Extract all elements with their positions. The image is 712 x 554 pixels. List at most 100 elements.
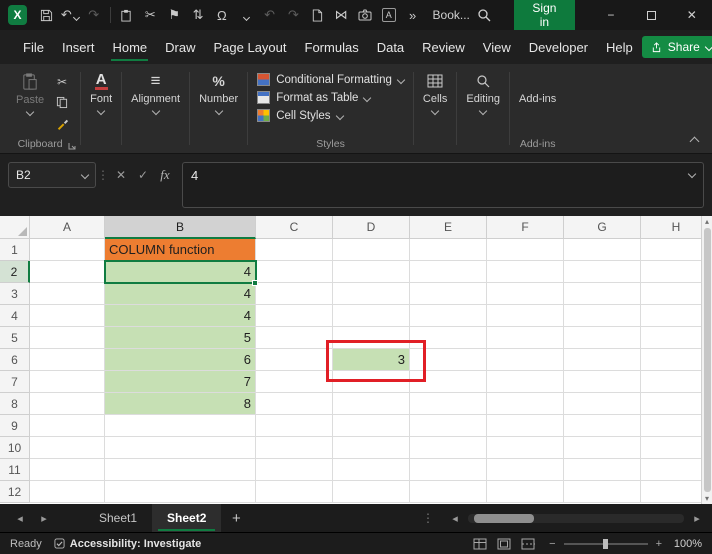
- cell-B2[interactable]: 4: [105, 261, 256, 283]
- accessibility-status[interactable]: Accessibility: Investigate: [54, 538, 201, 550]
- cell-E11[interactable]: [410, 459, 487, 481]
- cell-G6[interactable]: [564, 349, 641, 371]
- horizontal-scroll-thumb[interactable]: [474, 514, 534, 523]
- cell-D10[interactable]: [333, 437, 410, 459]
- formula-bar-grip[interactable]: ⋮: [96, 162, 110, 188]
- name-box[interactable]: B2: [8, 162, 96, 188]
- enter-button[interactable]: ✓: [132, 162, 154, 188]
- cell-A8[interactable]: [30, 393, 105, 415]
- page-layout-view-icon[interactable]: [497, 538, 511, 550]
- cell-A2[interactable]: [30, 261, 105, 283]
- cut-icon[interactable]: ✂: [138, 2, 162, 28]
- col-header-G[interactable]: G: [564, 216, 641, 239]
- tab-data[interactable]: Data: [368, 31, 413, 64]
- zoom-out-icon[interactable]: −: [549, 538, 555, 550]
- clipboard-icon[interactable]: [115, 2, 139, 28]
- vertical-scroll-thumb[interactable]: [704, 228, 711, 492]
- tabbar-splitter[interactable]: ⋮: [408, 511, 448, 525]
- row-header-1[interactable]: 1: [0, 239, 30, 261]
- camera-icon[interactable]: [353, 2, 377, 28]
- tab-file[interactable]: File: [14, 31, 53, 64]
- scroll-left-icon[interactable]: ◂: [448, 512, 462, 525]
- maximize-button[interactable]: [631, 0, 671, 30]
- cell-D9[interactable]: [333, 415, 410, 437]
- cell-A7[interactable]: [30, 371, 105, 393]
- zoom-in-icon[interactable]: +: [656, 538, 662, 550]
- cut-button[interactable]: ✂: [53, 74, 71, 89]
- next-sheet-icon[interactable]: ▸: [32, 504, 56, 532]
- row-header-4[interactable]: 4: [0, 305, 30, 327]
- cell-B1[interactable]: COLUMN function: [105, 239, 256, 261]
- format-as-table-button[interactable]: Format as Table: [257, 91, 404, 104]
- cell-D11[interactable]: [333, 459, 410, 481]
- sign-in-button[interactable]: Sign in: [514, 0, 575, 33]
- cell-A4[interactable]: [30, 305, 105, 327]
- addins-button[interactable]: Add-ins: [519, 72, 556, 137]
- flag-icon[interactable]: ⚑: [162, 2, 186, 28]
- tab-draw[interactable]: Draw: [156, 31, 204, 64]
- excel-app-icon[interactable]: X: [8, 5, 27, 25]
- prev-sheet-icon[interactable]: ◂: [8, 504, 32, 532]
- col-header-F[interactable]: F: [487, 216, 564, 239]
- cell-F2[interactable]: [487, 261, 564, 283]
- tab-review[interactable]: Review: [413, 31, 474, 64]
- row-header-8[interactable]: 8: [0, 393, 30, 415]
- cell-G4[interactable]: [564, 305, 641, 327]
- cell-B3[interactable]: 4: [105, 283, 256, 305]
- cell-C5[interactable]: [256, 327, 333, 349]
- cell-F12[interactable]: [487, 481, 564, 503]
- tab-home[interactable]: Home: [103, 31, 156, 64]
- cell-E9[interactable]: [410, 415, 487, 437]
- cell-E4[interactable]: [410, 305, 487, 327]
- cell-E7[interactable]: [410, 371, 487, 393]
- vertical-scrollbar[interactable]: ▴ ▾: [701, 216, 712, 504]
- col-header-B[interactable]: B: [105, 216, 256, 239]
- insert-function-button[interactable]: fx: [154, 162, 176, 188]
- row-header-2[interactable]: 2: [0, 261, 30, 283]
- undo-icon-secondary[interactable]: ↶: [258, 2, 282, 28]
- col-header-E[interactable]: E: [410, 216, 487, 239]
- search-icon[interactable]: [470, 0, 498, 30]
- sheet-tab-sheet1[interactable]: Sheet1: [84, 504, 152, 532]
- cell-G7[interactable]: [564, 371, 641, 393]
- formula-input[interactable]: 4: [182, 162, 704, 208]
- cell-C2[interactable]: [256, 261, 333, 283]
- cell-A10[interactable]: [30, 437, 105, 459]
- cell-B4[interactable]: 4: [105, 305, 256, 327]
- editing-dropdown-button[interactable]: Editing: [466, 72, 500, 137]
- row-header-6[interactable]: 6: [0, 349, 30, 371]
- cell-B5[interactable]: 5: [105, 327, 256, 349]
- row-header-7[interactable]: 7: [0, 371, 30, 393]
- scroll-up-icon[interactable]: ▴: [705, 217, 709, 226]
- cell-E5[interactable]: [410, 327, 487, 349]
- cell-E1[interactable]: [410, 239, 487, 261]
- cell-F5[interactable]: [487, 327, 564, 349]
- share-button[interactable]: Share: [642, 36, 712, 58]
- cell-C12[interactable]: [256, 481, 333, 503]
- font-dropdown-button[interactable]: A Font: [90, 72, 112, 137]
- cell-E8[interactable]: [410, 393, 487, 415]
- cell-A9[interactable]: [30, 415, 105, 437]
- cell-G2[interactable]: [564, 261, 641, 283]
- redo-icon-secondary[interactable]: ↷: [281, 2, 305, 28]
- textbox-icon[interactable]: A: [377, 2, 401, 28]
- cell-A6[interactable]: [30, 349, 105, 371]
- tab-insert[interactable]: Insert: [53, 31, 104, 64]
- sort-icon[interactable]: ⇅: [186, 2, 210, 28]
- scroll-right-icon[interactable]: ▸: [690, 512, 704, 525]
- tab-view[interactable]: View: [474, 31, 520, 64]
- toolbar-overflow-icon[interactable]: »: [401, 2, 425, 28]
- redo-icon[interactable]: ↷: [82, 2, 106, 28]
- cell-D4[interactable]: [333, 305, 410, 327]
- paste-button[interactable]: Paste: [16, 72, 44, 137]
- format-painter-button[interactable]: [53, 116, 71, 131]
- clipboard-dialog-launcher[interactable]: [68, 142, 76, 150]
- cell-D2[interactable]: [333, 261, 410, 283]
- cell-E3[interactable]: [410, 283, 487, 305]
- cell-C3[interactable]: [256, 283, 333, 305]
- cell-C8[interactable]: [256, 393, 333, 415]
- cell-B11[interactable]: [105, 459, 256, 481]
- cell-G11[interactable]: [564, 459, 641, 481]
- row-header-12[interactable]: 12: [0, 481, 30, 503]
- scroll-down-icon[interactable]: ▾: [705, 494, 709, 503]
